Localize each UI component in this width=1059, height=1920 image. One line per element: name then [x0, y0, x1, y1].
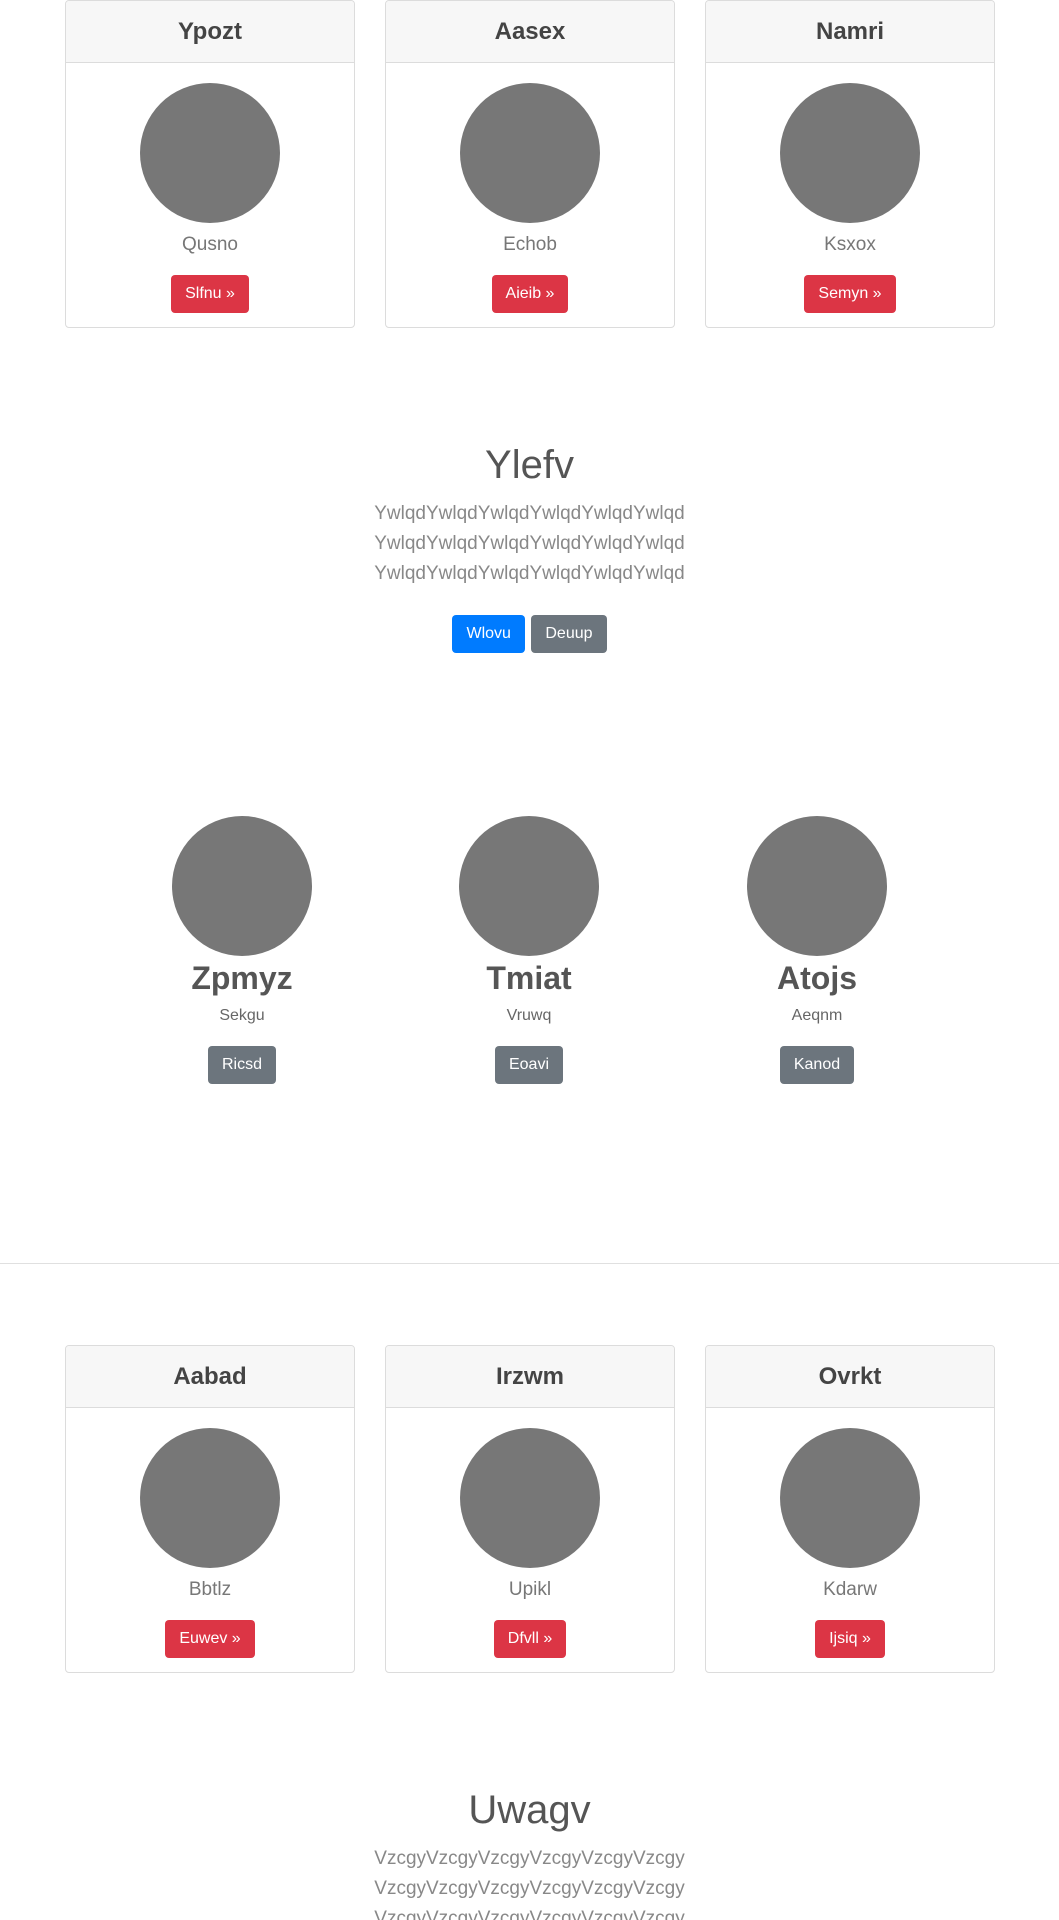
feature-column: Zpmyz Sekgu Ricsd: [97, 816, 387, 1084]
profile-card: Namri Ksxox Semyn »: [705, 0, 995, 328]
hero-section: Ylefv YwlqdYwlqdYwlqdYwlqdYwlqdYwlqdYwlq…: [0, 441, 1059, 653]
hero-section: Uwagv VzcgyVzcgyVzcgyVzcgyVzcgyVzcgyVzcg…: [0, 1786, 1059, 1920]
page: Ypozt Qusno Slfnu » Aasex Echob Aieib » …: [0, 0, 1059, 1920]
avatar-placeholder: [140, 83, 280, 223]
card-title: Ypozt: [66, 1, 354, 63]
hero-secondary-button[interactable]: Deuup: [531, 615, 607, 653]
card-action-button[interactable]: Euwev »: [165, 1620, 255, 1658]
card-title: Irzwm: [386, 1346, 674, 1408]
avatar-placeholder: [747, 816, 887, 956]
card-subtitle: Bbtlz: [188, 1579, 232, 1600]
profile-card: Aasex Echob Aieib »: [385, 0, 675, 328]
card-subtitle: Kdarw: [823, 1579, 877, 1600]
profile-card: Ovrkt Kdarw Ijsiq »: [705, 1345, 995, 1673]
card-title: Namri: [706, 1, 994, 63]
feature-column: Atojs Aeqnm Kanod: [672, 816, 962, 1084]
feature-button[interactable]: Eoavi: [494, 1046, 564, 1084]
hero-title: Ylefv: [485, 443, 574, 487]
feature-subtitle: Sekgu: [219, 1007, 265, 1024]
avatar-placeholder: [459, 816, 599, 956]
card-subtitle: Ksxox: [824, 234, 876, 255]
avatar-placeholder: [460, 83, 600, 223]
avatar-placeholder: [140, 1428, 280, 1568]
profile-card: Irzwm Upikl Dfvll »: [385, 1345, 675, 1673]
avatar-placeholder: [780, 83, 920, 223]
hero-lead-text: VzcgyVzcgyVzcgyVzcgyVzcgyVzcgyVzcgyVzcgy…: [374, 1848, 685, 1920]
card-subtitle: Qusno: [182, 234, 238, 255]
hero-primary-button[interactable]: Wlovu: [452, 615, 525, 653]
card-subtitle: Echob: [503, 234, 557, 255]
feature-button[interactable]: Ricsd: [207, 1046, 276, 1084]
hero-title: Uwagv: [468, 1788, 591, 1832]
card-action-button[interactable]: Slfnu »: [171, 275, 249, 313]
card-action-button[interactable]: Aieib »: [491, 275, 569, 313]
feature-title: Tmiat: [486, 960, 572, 996]
feature-button[interactable]: Kanod: [779, 1046, 855, 1084]
card-title: Aabad: [66, 1346, 354, 1408]
section-divider: [0, 1263, 1059, 1264]
card-action-button[interactable]: Semyn »: [804, 275, 896, 313]
avatar-placeholder: [172, 816, 312, 956]
feature-column: Tmiat Vruwq Eoavi: [384, 816, 674, 1084]
card-title: Ovrkt: [706, 1346, 994, 1408]
card-title: Aasex: [386, 1, 674, 63]
feature-subtitle: Aeqnm: [791, 1007, 843, 1024]
hero-lead-text: YwlqdYwlqdYwlqdYwlqdYwlqdYwlqdYwlqdYwlqd…: [374, 503, 685, 584]
profile-card: Ypozt Qusno Slfnu »: [65, 0, 355, 328]
avatar-placeholder: [780, 1428, 920, 1568]
card-action-button[interactable]: Ijsiq »: [815, 1620, 885, 1658]
feature-title: Zpmyz: [191, 960, 293, 996]
avatar-placeholder: [460, 1428, 600, 1568]
feature-subtitle: Vruwq: [506, 1007, 552, 1024]
card-subtitle: Upikl: [508, 1579, 552, 1600]
card-action-button[interactable]: Dfvll »: [493, 1620, 567, 1658]
hero-actions: Wlovu Deuup: [0, 615, 1059, 653]
profile-card: Aabad Bbtlz Euwev »: [65, 1345, 355, 1673]
feature-title: Atojs: [777, 960, 857, 996]
